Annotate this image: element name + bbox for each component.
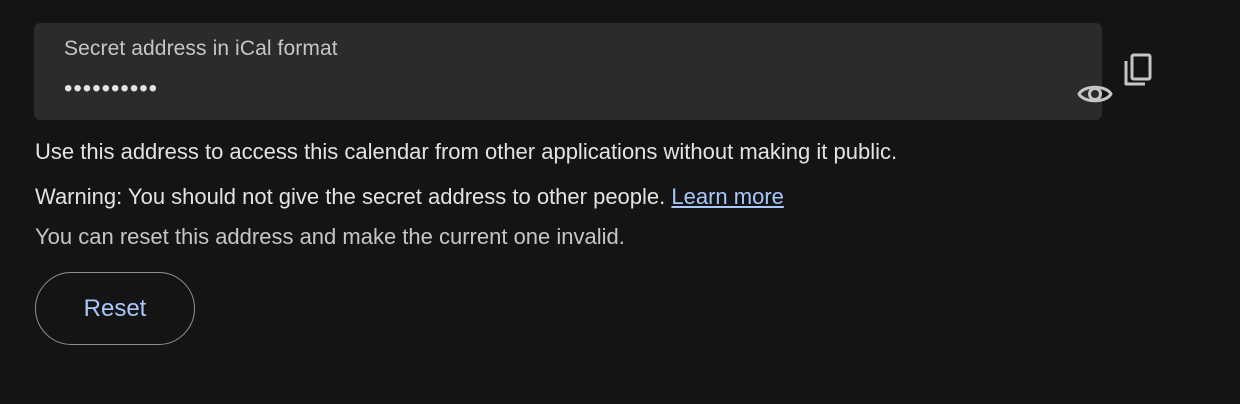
show-secret-button[interactable] bbox=[1074, 75, 1116, 113]
secret-address-label: Secret address in iCal format bbox=[64, 37, 338, 60]
copy-secret-button[interactable] bbox=[1118, 50, 1158, 90]
secret-address-section: Secret address in iCal format ••••••••••… bbox=[0, 0, 1240, 404]
warning-text: Warning: You should not give the secret … bbox=[35, 184, 666, 209]
learn-more-link[interactable]: Learn more bbox=[671, 184, 784, 209]
eye-icon bbox=[1077, 85, 1113, 103]
secret-address-value[interactable]: •••••••••• bbox=[64, 75, 158, 103]
address-description: Use this address to access this calendar… bbox=[35, 139, 898, 164]
warning-line: Warning: You should not give the secret … bbox=[35, 184, 784, 210]
reset-note: You can reset this address and make the … bbox=[35, 224, 625, 249]
copy-icon bbox=[1124, 53, 1152, 86]
reset-button[interactable]: Reset bbox=[35, 272, 195, 345]
secret-address-field[interactable]: Secret address in iCal format •••••••••• bbox=[34, 23, 1113, 120]
